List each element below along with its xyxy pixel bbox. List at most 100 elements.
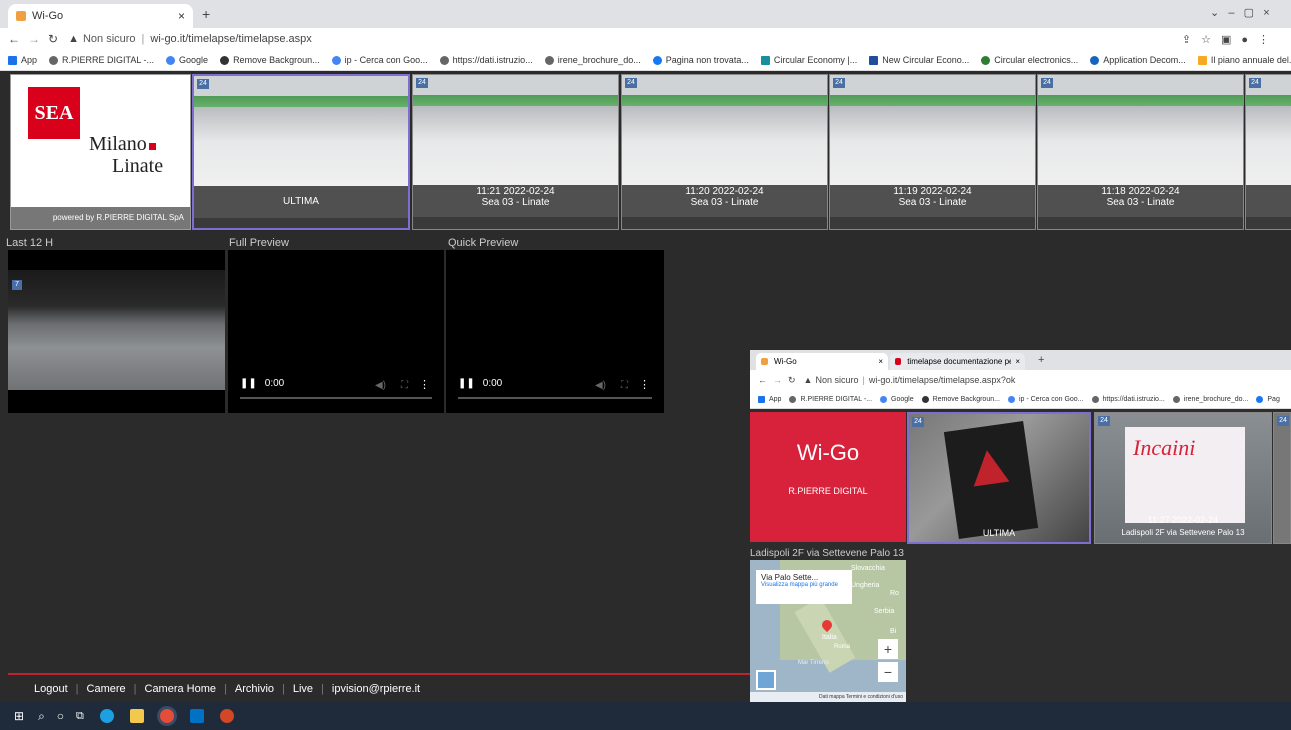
window-controls[interactable]: ⌄ – ▢ × [1210,6,1270,19]
video-progress-bar[interactable] [240,397,432,399]
camere-link[interactable]: Camere [87,683,126,695]
url-field[interactable]: wi-go.it/timelapse/timelapse.aspx [150,33,311,45]
bookmark-item[interactable]: New Circular Econo... [869,55,969,65]
back-icon[interactable]: ← [8,32,20,46]
fullscreen-icon[interactable]: ⛶ [621,380,628,391]
back-icon[interactable]: ← [758,375,767,385]
cortana-icon[interactable]: ○ [57,709,64,723]
thumbnail[interactable]: 24 11:20 2022-02-24 Sea 03 - Linate [621,74,828,230]
thumbnail[interactable]: 24 11:18 2022-02-24 Sea 03 - Linate [1037,74,1244,230]
pause-icon[interactable]: ❚❚ [240,378,257,389]
close-tab-icon[interactable]: × [1015,357,1020,366]
overlay-thumbnail-partial[interactable]: 24 [1273,412,1291,544]
full-preview-video[interactable]: ❚❚ 0:00 ◀) ⛶ ⋮ [228,250,444,413]
bookmark-item[interactable]: Google [880,395,914,403]
volume-icon[interactable]: ◀) [595,380,606,391]
camera-frame-image [1038,75,1243,185]
forward-icon[interactable]: → [773,375,782,385]
map-larger-link[interactable]: Visualizza mappa più grande [761,582,847,588]
windows-start-icon[interactable]: ⊞ [14,709,24,723]
edge-icon[interactable] [99,709,114,723]
bookmark-item[interactable]: R.PIERRE DIGITAL -... [49,55,154,65]
volume-icon[interactable]: ◀) [375,380,386,391]
bookmark-item[interactable]: Google [166,55,208,65]
chrome-icon[interactable] [159,709,174,723]
archivio-link[interactable]: Archivio [235,683,274,695]
overlay-thumbnail-latest[interactable]: 24 ULTIMA [907,412,1091,544]
outlook-icon[interactable] [189,709,204,723]
video-time: 0:00 [264,378,285,389]
last-12h-panel[interactable]: 7 [8,250,225,413]
thumbnail-caption [1246,185,1291,217]
facebook-icon [652,55,662,65]
insecure-label: Non sicuro [815,375,859,385]
camera-home-link[interactable]: Camera Home [145,683,217,695]
thumbnail[interactable]: 24 11:21 2022-02-24 Sea 03 - Linate [412,74,619,230]
reload-icon[interactable]: ↻ [788,375,796,386]
camera-frame-image [622,75,827,185]
file-explorer-icon[interactable] [129,709,144,723]
bookmark-item[interactable]: irene_brochure_do... [1172,395,1248,403]
new-tab-icon[interactable]: + [202,6,210,22]
bookmark-item[interactable]: ip - Cerca con Goo... [331,55,428,65]
bookmark-item[interactable]: Il piano annuale del... [1197,55,1291,65]
thumbnail-latest[interactable]: 24 ULTIMA [192,74,410,230]
zoom-in-button[interactable]: + [878,639,898,659]
pause-icon[interactable]: ❚❚ [458,378,475,389]
apps-grid-icon [758,395,765,403]
bookmark-item[interactable]: Application Decom... [1090,55,1186,65]
fullscreen-icon[interactable]: ⛶ [401,380,408,391]
bookmark-item[interactable]: Circular electronics... [981,55,1078,65]
remove-bg-icon [220,55,230,65]
bookmark-item[interactable]: https://dati.istruzio... [439,55,533,65]
thumbnail-caption: ULTIMA [982,528,1016,538]
task-view-icon[interactable]: ⧉ [76,710,84,723]
bookmark-item[interactable]: Pag [1256,395,1280,403]
overlay-tab-wigo[interactable]: Wi-Go × [756,353,888,370]
quick-preview-video[interactable]: ❚❚ 0:00 ◀) ⛶ ⋮ [446,250,664,413]
url-field[interactable]: wi-go.it/timelapse/timelapse.aspx?ok [869,375,1016,385]
map-popup[interactable]: Via Palo Sette... Visualizza mappa più g… [756,570,852,604]
google-icon [880,395,888,403]
search-icon[interactable]: ⌕ [38,709,45,724]
thumbnail[interactable]: 24 11:19 2022-02-24 Sea 03 - Linate [829,74,1036,230]
thumbnail-caption-time: 11:27 2022-02-24 [1147,515,1219,525]
bookmark-item[interactable]: App [8,55,37,65]
map-attribution[interactable]: Dati mappa Termini e condizioni d'uso [750,692,906,702]
map-label: Ungheria [851,582,880,589]
apps-grid-icon [8,55,17,65]
bookmark-item[interactable]: App [758,395,781,403]
logout-link[interactable]: Logout [34,683,68,695]
more-options-icon[interactable]: ⋮ [419,378,430,391]
new-tab-icon[interactable]: + [1038,354,1044,366]
map-label: Mar Tirreno [798,660,829,666]
forward-icon[interactable]: → [28,32,40,46]
video-controls[interactable]: ❚❚ 0:00 [240,378,284,389]
bookmark-item[interactable]: Remove Backgroun... [220,55,320,65]
overlay-thumbnail[interactable]: Incaini 24 11:27 2022-02-24 Ladispoli 2F… [1094,412,1272,544]
bookmark-item[interactable]: https://dati.istruzio... [1091,395,1165,403]
bookmark-item[interactable]: irene_brochure_do... [544,55,641,65]
reload-icon[interactable]: ↻ [48,32,58,46]
bookmark-item[interactable]: R.PIERRE DIGITAL -... [789,395,872,403]
close-tab-icon[interactable]: × [178,9,185,23]
bookmark-item[interactable]: Circular Economy |... [760,55,857,65]
zoom-out-button[interactable]: − [878,662,898,682]
powerpoint-icon[interactable] [219,709,234,723]
close-tab-icon[interactable]: × [878,357,883,366]
map-layer-toggle[interactable] [756,670,776,690]
live-link[interactable]: Live [293,683,313,695]
bookmark-item[interactable]: Remove Backgroun... [921,395,1000,403]
video-progress-bar[interactable] [458,397,652,399]
google-map[interactable]: Via Palo Sette... Visualizza mappa più g… [750,560,906,702]
browser-tab-wigo[interactable]: Wi-Go × [8,4,193,28]
more-options-icon[interactable]: ⋮ [639,378,650,391]
overlay-tab-docs[interactable]: timelapse documentazione per ...× [890,353,1025,370]
thumbnail-partial[interactable]: 24 [1245,74,1291,230]
toolbar-icons[interactable]: ⇪☆▣●⋮ [1182,33,1279,46]
globe-icon [439,55,449,65]
bookmark-item[interactable]: Pagina non trovata... [652,55,749,65]
bookmark-item[interactable]: ip - Cerca con Goo... [1007,395,1084,403]
video-controls[interactable]: ❚❚ 0:00 [458,378,502,389]
user-email-link[interactable]: ipvision@rpierre.it [332,683,420,695]
